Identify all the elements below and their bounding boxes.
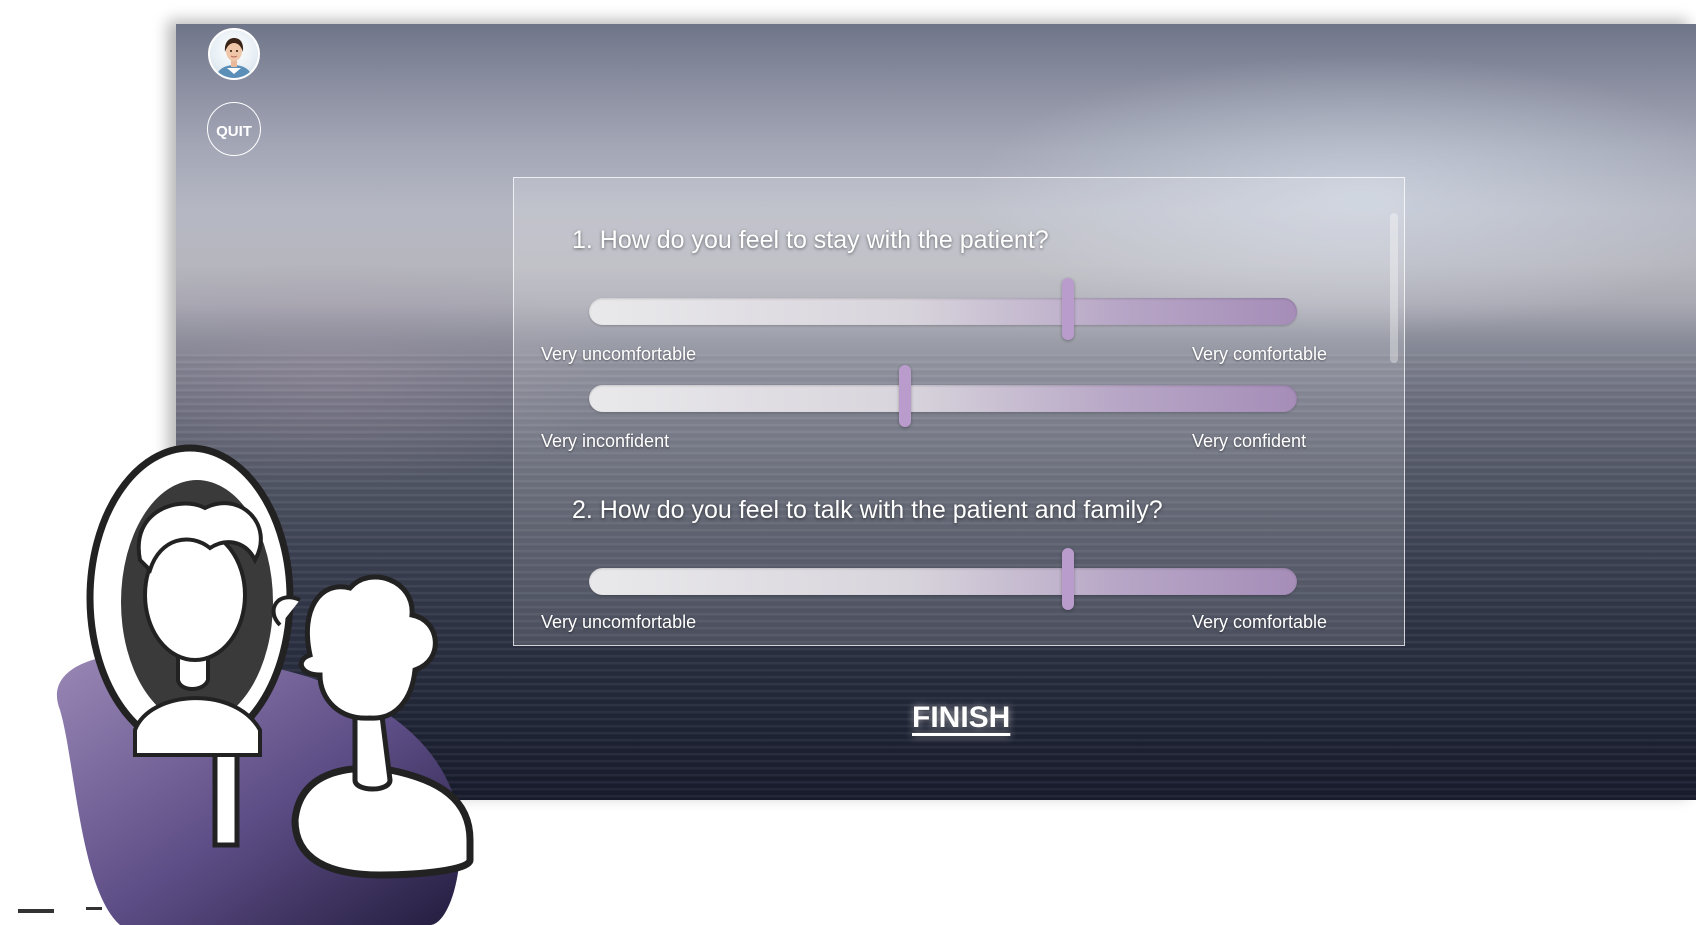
question-2-title: 2. How do you feel to talk with the pati… <box>572 496 1163 524</box>
slider-thumb[interactable] <box>1062 548 1075 610</box>
slider-thumb[interactable] <box>1062 278 1075 340</box>
slider-min-label: Very uncomfortable <box>541 612 697 632</box>
slider-min-label: Very uncomfortable <box>541 344 697 364</box>
quit-button[interactable]: QUIT <box>207 102 261 156</box>
slider-max-label: Very comfortable <box>1192 344 1328 364</box>
avatar-portrait <box>217 38 251 78</box>
mirror-reflection-illustration <box>56 444 474 925</box>
question-1-confidence-slider[interactable] <box>589 365 1297 427</box>
slider-max-label: Very comfortable <box>1192 612 1328 632</box>
scrollbar[interactable] <box>1390 213 1398 363</box>
slider-thumb[interactable] <box>898 365 911 427</box>
survey-panel: 1. How do you feel to stay with the pati… <box>513 177 1405 646</box>
decorative-dashes <box>18 907 102 913</box>
question-1-title: 1. How do you feel to stay with the pati… <box>572 226 1049 254</box>
slider-max-label: Very confident <box>1192 431 1307 451</box>
finish-button[interactable]: FINISH <box>912 701 1010 735</box>
nurse-avatar-icon[interactable] <box>208 28 260 80</box>
question-2-comfort-slider[interactable] <box>589 548 1297 610</box>
quit-label: QUIT <box>216 122 252 140</box>
question-1-comfort-slider[interactable] <box>589 278 1297 340</box>
slider-min-label: Very inconfident <box>541 431 670 451</box>
